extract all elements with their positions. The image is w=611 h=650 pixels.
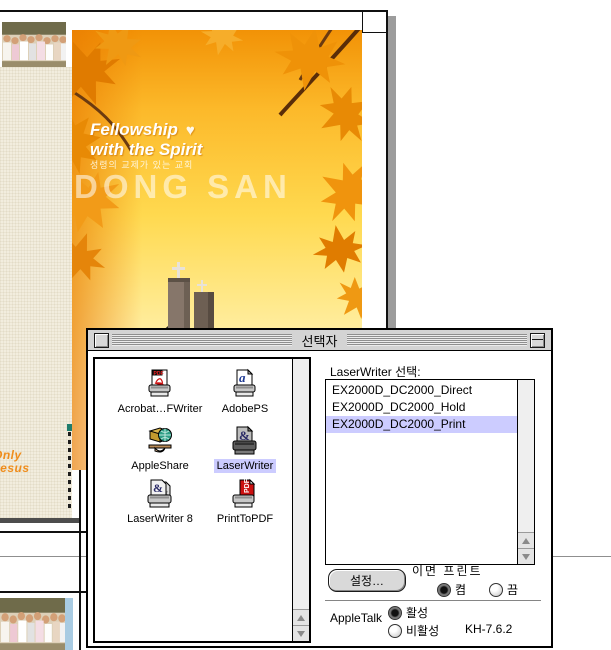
titlebar-stripes: [112, 334, 527, 346]
icon-panel-scrollbar[interactable]: [292, 359, 309, 641]
setup-button[interactable]: 설정…: [328, 569, 406, 592]
printer-list-item[interactable]: EX2000D_DC2000_Direct: [326, 382, 518, 399]
version-text: KH-7.6.2: [465, 622, 512, 636]
device-label: AppleShare: [128, 459, 192, 473]
background-print-on[interactable]: 켬: [437, 581, 466, 598]
appletalk-active[interactable]: 활성: [388, 604, 428, 621]
laserwriter8-icon: & &: [143, 478, 177, 510]
sidebar-shadow-band: [0, 518, 80, 523]
section-divider: [325, 600, 541, 601]
arrow-up-icon: [522, 538, 530, 544]
heart-icon: ♥: [178, 122, 195, 139]
scroll-up-button[interactable]: [518, 532, 534, 548]
adobeps-icon: a: [228, 368, 262, 400]
device-label: LaserWriter 8: [124, 512, 196, 526]
side-caption-line2: Jesus: [0, 462, 30, 475]
device-printtopdf[interactable]: PDF PrintToPDF: [190, 478, 300, 526]
arrow-up-icon: [297, 615, 305, 621]
device-adobeps[interactable]: a AdobePS: [190, 368, 300, 416]
children-photo-top: [2, 22, 66, 67]
radio-off-label: 끔: [507, 581, 518, 598]
appletalk-label: AppleTalk: [330, 611, 382, 625]
scroll-down-button[interactable]: [293, 625, 309, 641]
radio-active-icon[interactable]: [388, 606, 402, 620]
svg-text:PDF: PDF: [244, 478, 251, 493]
radio-on-icon[interactable]: [437, 583, 451, 597]
children-photo-bottom: [0, 598, 65, 650]
printer-list-item[interactable]: EX2000D_DC2000_Hold: [326, 399, 518, 416]
headline-line1: Fellowship: [90, 120, 178, 139]
chooser-window: 선택자 PDF Acrobat…FWriter: [86, 328, 553, 648]
radio-off-icon[interactable]: [489, 583, 503, 597]
device-label: AdobePS: [219, 402, 271, 416]
headline-line2: with the Spirit: [90, 140, 202, 159]
cover-headline: Fellowship♥ with the Spirit: [90, 120, 202, 159]
svg-text:PDF: PDF: [154, 371, 164, 377]
background-print-off[interactable]: 끔: [489, 581, 518, 598]
page-guide-line-b: [0, 591, 86, 593]
page-guide-line-a: [0, 531, 86, 533]
vertical-caption-marks: [68, 432, 71, 508]
cover-masthead: DONG SAN: [74, 168, 362, 206]
arrow-down-icon: [297, 631, 305, 637]
device-label-selected: LaserWriter: [214, 459, 277, 473]
scroll-down-button[interactable]: [518, 548, 534, 564]
printer-list: EX2000D_DC2000_Direct EX2000D_DC2000_Hol…: [325, 379, 535, 565]
printer-list-header: LaserWriter 선택:: [330, 363, 421, 380]
photo-blue-strip: [65, 598, 73, 650]
color-chip: [67, 424, 72, 431]
svg-text:a: a: [239, 370, 246, 385]
appleshare-icon: [143, 425, 177, 457]
device-label: PrintToPDF: [214, 512, 276, 526]
page-corner-guide-v: [362, 10, 363, 33]
radio-inactive-label: 비활성: [406, 622, 439, 639]
device-laserwriter[interactable]: & LaserWriter: [190, 425, 300, 473]
desktop: Fellowship♥ with the Spirit 성령의 교제가 있는 교…: [0, 0, 611, 650]
radio-inactive-icon[interactable]: [388, 624, 402, 638]
window-titlebar[interactable]: 선택자: [88, 330, 551, 351]
printer-list-scrollbar[interactable]: [517, 380, 534, 564]
appletalk-inactive[interactable]: 비활성: [388, 622, 439, 639]
device-icon-panel: PDF Acrobat…FWriter a: [93, 357, 311, 643]
window-content: PDF Acrobat…FWriter a: [88, 351, 551, 644]
background-print-label: 이면 프린트: [412, 562, 483, 579]
arrow-down-icon: [522, 554, 530, 560]
scroll-up-button[interactable]: [293, 609, 309, 625]
laserwriter-icon: &: [228, 425, 262, 457]
svg-text:&: &: [153, 481, 163, 495]
page-corner-guide-h: [362, 32, 387, 33]
acrobat-pdfwriter-icon: PDF: [143, 368, 177, 400]
collapse-box-icon[interactable]: [530, 333, 545, 348]
printtopdf-icon: PDF: [228, 478, 262, 510]
close-box-icon[interactable]: [94, 333, 109, 348]
radio-active-label: 활성: [406, 604, 428, 621]
radio-on-label: 켬: [455, 581, 466, 598]
page-top-guide: [0, 10, 386, 12]
side-caption: Only Jesus: [0, 449, 30, 475]
printer-list-item-selected[interactable]: EX2000D_DC2000_Print: [326, 416, 518, 433]
